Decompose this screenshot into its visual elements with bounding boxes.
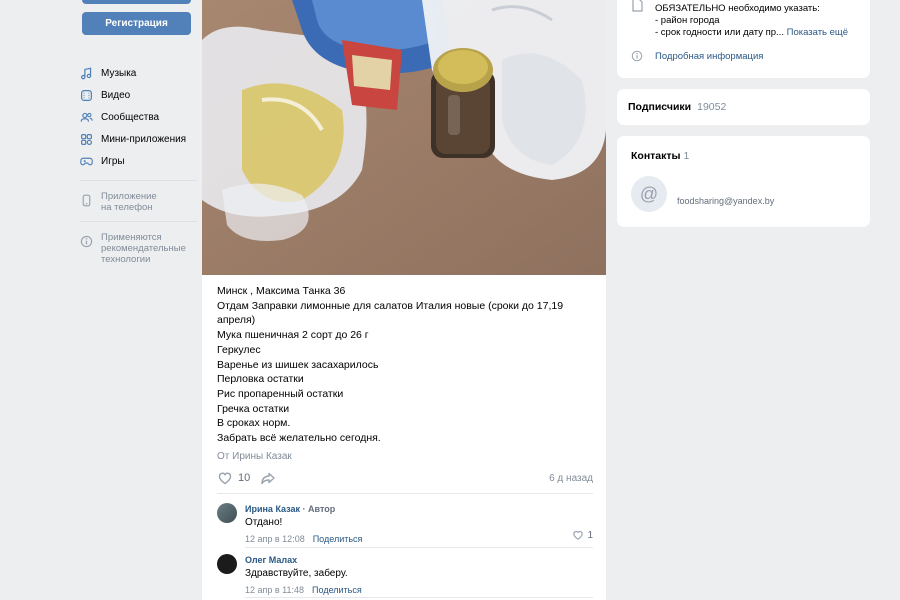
- subscribers-card[interactable]: Подписчики 19052: [617, 89, 870, 125]
- sidebar-item-communities[interactable]: Сообщества: [80, 106, 197, 128]
- post-line: Мука пшеничная 2 сорт до 26 г: [217, 329, 369, 342]
- comment-date[interactable]: 12 апр в 12:08: [245, 534, 305, 544]
- comment-role: · Автор: [300, 504, 336, 514]
- heart-icon: [218, 472, 232, 485]
- post-line: Перловка остатки: [217, 373, 304, 386]
- contacts-card: Контакты 1 @ foodsharing@yandex.by: [617, 136, 870, 227]
- details-link[interactable]: Подробная информация: [631, 50, 763, 62]
- show-more-link[interactable]: Показать ещё: [787, 27, 848, 38]
- sidebar-item-music[interactable]: Музыка: [80, 62, 197, 84]
- post-line: Гречка остатки: [217, 402, 290, 415]
- sidebar-item-label: Мини-приложения: [101, 133, 187, 145]
- divider: [217, 493, 593, 494]
- wall-post: Минск , Максима Танка 36 Отдам Заправки …: [202, 0, 606, 600]
- info-icon: [631, 50, 643, 62]
- contacts-count: 1: [683, 150, 690, 162]
- info-description: ОБЯЗАТЕЛЬНО необходимо указать: - район …: [655, 3, 865, 39]
- like-button[interactable]: 10: [217, 470, 250, 486]
- post-photo-image: [202, 0, 606, 275]
- comment-share-link[interactable]: Поделиться: [313, 534, 363, 544]
- comment-header: Ирина Казак · Автор: [245, 503, 593, 515]
- share-icon[interactable]: [260, 470, 276, 486]
- mini-apps-icon: [81, 133, 92, 145]
- post-line: апреля): [217, 314, 256, 327]
- subscribers-count: 19052: [697, 101, 727, 113]
- info-line: ОБЯЗАТЕЛЬНО необходимо указать:: [655, 3, 820, 14]
- comment-body: Олег Малах Здравствуйте, заберу. 12 апр …: [245, 554, 593, 595]
- post-line: Геркулес: [217, 343, 261, 356]
- post-line: Забрать всё желательно сегодня.: [217, 432, 381, 445]
- communities-icon: [80, 112, 93, 122]
- contact-email[interactable]: foodsharing@yandex.by: [677, 196, 774, 206]
- sidebar-item-label: Сообщества: [101, 111, 160, 123]
- info-line: - срок годности или дату пр...: [655, 27, 784, 38]
- info-card: ОБЯЗАТЕЛЬНО необходимо указать: - район …: [617, 0, 870, 78]
- email-icon[interactable]: @: [631, 176, 667, 212]
- comment-meta: 12 апр в 11:48 Поделиться: [245, 585, 593, 595]
- info-line: - район города: [655, 15, 720, 26]
- post-line: Варенье из шишек засахарилось: [217, 358, 379, 371]
- avatar[interactable]: [217, 503, 237, 523]
- post-line: Минск , Максима Танка 36: [217, 285, 346, 297]
- comment-text: Здравствуйте, заберу.: [245, 568, 348, 579]
- divider: [80, 221, 197, 222]
- divider: [80, 180, 197, 181]
- heart-icon: [573, 530, 584, 540]
- sidebar-item-label: Музыка: [101, 67, 137, 79]
- games-icon: [80, 157, 93, 165]
- sidebar-item-mini-apps[interactable]: Мини-приложения: [80, 128, 197, 150]
- contacts-label: Контакты: [631, 150, 681, 162]
- sidebar-item-label: Игры: [101, 155, 125, 167]
- avatar[interactable]: [217, 554, 237, 574]
- info-icon: [80, 235, 93, 248]
- post-line: Отдам Заправки лимонные для салатов Итал…: [217, 299, 564, 312]
- post-photo[interactable]: [202, 0, 606, 275]
- post-line: Рис пропаренный остатки: [217, 387, 344, 400]
- like-count: 10: [238, 472, 251, 484]
- comment-author[interactable]: Олег Малах: [245, 555, 297, 565]
- app-link-text: Приложение на телефон: [101, 191, 157, 213]
- comment-body: Ирина Казак · Автор Отдано! 12 апр в 12:…: [245, 503, 593, 544]
- comment-item: Олег Малах Здравствуйте, заберу. 12 апр …: [217, 554, 593, 596]
- sidebar-nav: Музыка Видео Сообщества Мини-приложения …: [80, 62, 197, 265]
- phone-icon: [82, 194, 91, 207]
- post-signer[interactable]: От Ирины Казак: [217, 451, 292, 462]
- comment-like-count: 1: [587, 529, 593, 541]
- post-text: Минск , Максима Танка 36 Отдам Заправки …: [217, 284, 593, 446]
- video-icon: [81, 89, 92, 101]
- post-actions: 10 6 д назад: [217, 470, 593, 486]
- sidebar-item-video[interactable]: Видео: [80, 84, 197, 106]
- subscribers-label: Подписчики: [628, 101, 692, 113]
- sidebar-app-link[interactable]: Приложение на телефон: [80, 189, 197, 213]
- register-button[interactable]: Регистрация: [82, 12, 191, 35]
- comment-share-link[interactable]: Поделиться: [312, 585, 362, 595]
- comment-date[interactable]: 12 апр в 11:48: [245, 585, 304, 595]
- contacts-title[interactable]: Контакты 1: [631, 150, 689, 162]
- info-line-last: - срок годности или дату пр... Показать …: [655, 27, 865, 39]
- comment-item: Ирина Казак · Автор Отдано! 12 апр в 12:…: [217, 503, 593, 545]
- recommend-note-text: Применяются рекомендательные технологии: [101, 232, 186, 265]
- post-line: В сроках норм.: [217, 417, 291, 430]
- divider: [245, 547, 593, 548]
- comment-text: Отдано!: [245, 517, 283, 528]
- comment-header: Олег Малах: [245, 554, 593, 566]
- details-link-label: Подробная информация: [655, 50, 764, 62]
- sidebar-item-games[interactable]: Игры: [80, 150, 197, 172]
- post-time[interactable]: 6 д назад: [549, 473, 593, 484]
- divider: [245, 597, 593, 598]
- comment-like-button[interactable]: 1: [572, 529, 593, 541]
- document-icon: [632, 0, 643, 12]
- comment-meta: 12 апр в 12:08 Поделиться: [245, 534, 593, 544]
- login-button[interactable]: [82, 0, 191, 4]
- music-icon: [81, 66, 92, 79]
- sidebar-item-label: Видео: [101, 89, 131, 101]
- sidebar-recommend-note[interactable]: Применяются рекомендательные технологии: [80, 230, 197, 265]
- comment-author[interactable]: Ирина Казак: [245, 504, 300, 514]
